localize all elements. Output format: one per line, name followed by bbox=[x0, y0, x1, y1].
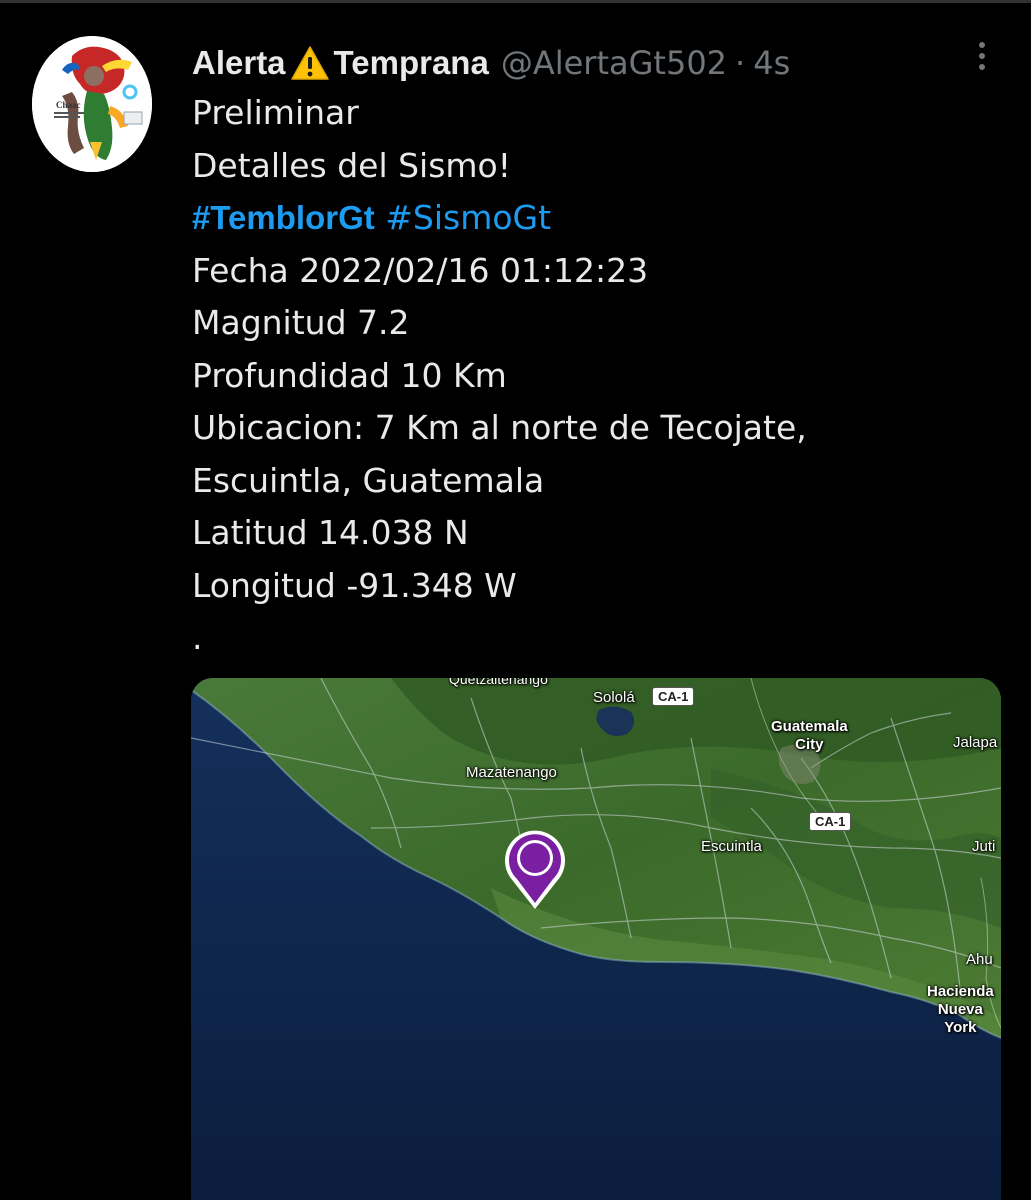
map-label-solola: Sololá bbox=[593, 689, 635, 706]
map-label-hacienda-nueva-york: Hacienda Nueva York bbox=[927, 983, 994, 1037]
text-line-ubicacion: Ubicacion: 7 Km al norte de Tecojate, bbox=[192, 408, 807, 447]
text-line-dot: . bbox=[192, 618, 203, 657]
road-badge-ca1-south: CA-1 bbox=[809, 812, 852, 831]
map-pin-icon bbox=[505, 830, 565, 909]
hashtag-line: #TemblorGt #SismoGt bbox=[192, 192, 992, 245]
avatar[interactable]: Chaac bbox=[32, 36, 152, 172]
map-label-escuintla: Escuintla bbox=[701, 838, 762, 855]
text-line-region: Escuintla, Guatemala bbox=[192, 460, 545, 500]
map-background bbox=[191, 678, 1001, 1200]
tweet-text: Preliminar Detalles del Sismo! #TemblorG… bbox=[192, 87, 992, 665]
avatar-image: Chaac bbox=[32, 36, 152, 172]
map-label-jalapa: Jalapa bbox=[953, 734, 998, 751]
map-label-hacienda-line2: Nueva bbox=[937, 1001, 983, 1018]
map-label-hacienda-line1: Hacienda bbox=[927, 983, 994, 1000]
map-label-quetzaltenango: Quetzaltenango bbox=[449, 678, 548, 687]
hashtag-temblorgt[interactable]: #TemblorGt bbox=[192, 199, 375, 236]
text-line-longitud: Longitud -91.348 W bbox=[192, 565, 517, 605]
user-handle[interactable]: @AlertaGt502 bbox=[501, 44, 727, 82]
map-label-guatemala-city-line1: Guatemala bbox=[771, 718, 848, 735]
map-label-jutiapa: Juti bbox=[972, 838, 996, 855]
separator-dot: · bbox=[735, 44, 746, 82]
text-line-latitud: Latitud 14.038 N bbox=[192, 513, 469, 552]
tweet-header: Alerta Temprana @AlertaGt502 · 4s bbox=[192, 40, 790, 86]
text-line-magnitud: Magnitud 7.2 bbox=[192, 303, 410, 342]
more-vertical-icon bbox=[979, 42, 985, 70]
hashtag-sismogt[interactable]: #SismoGt bbox=[385, 198, 551, 237]
timestamp[interactable]: 4s bbox=[753, 44, 790, 82]
display-name-part1: Alerta bbox=[192, 44, 286, 81]
top-divider bbox=[0, 0, 1031, 3]
more-options-button[interactable] bbox=[962, 36, 1002, 76]
road-badge-ca1-north: CA-1 bbox=[652, 687, 695, 706]
epicenter-marker[interactable] bbox=[499, 825, 571, 913]
map-image[interactable]: Quetzaltenango Sololá CA-1 Guatemala Cit… bbox=[191, 678, 1001, 1200]
map-label-guatemala-city: Guatemala City bbox=[771, 718, 848, 754]
text-line-detalles: Detalles del Sismo! bbox=[192, 145, 511, 185]
display-name[interactable]: Alerta Temprana bbox=[192, 40, 489, 86]
map-label-hacienda-line3: York bbox=[944, 1019, 977, 1036]
text-line-fecha: Fecha 2022/02/16 01:12:23 bbox=[192, 250, 649, 290]
warning-icon bbox=[290, 46, 329, 80]
map-label-guatemala-city-line2: City bbox=[795, 736, 824, 753]
map-label-ahuachapan: Ahu bbox=[966, 951, 993, 968]
text-line-preliminar: Preliminar bbox=[192, 93, 359, 132]
display-name-part2: Temprana bbox=[333, 44, 489, 81]
avatar-text: Chaac bbox=[56, 100, 81, 110]
map-label-mazatenango: Mazatenango bbox=[466, 764, 557, 781]
text-line-profundidad: Profundidad 10 Km bbox=[192, 355, 507, 395]
